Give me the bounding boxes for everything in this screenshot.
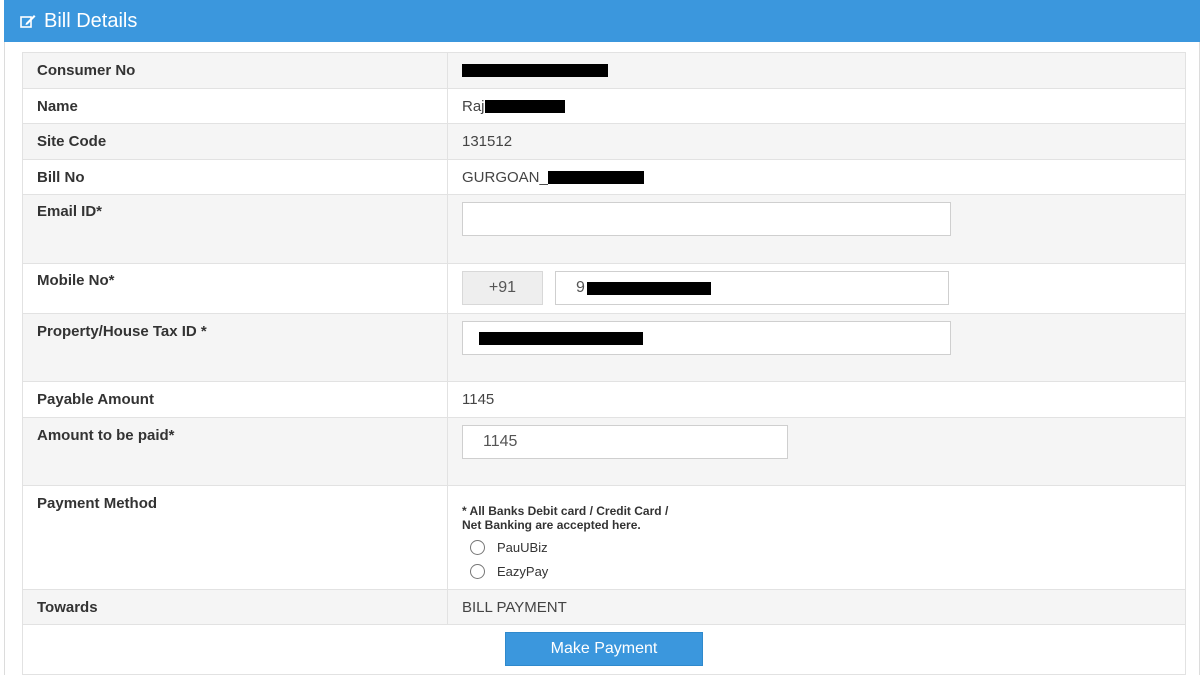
email-field[interactable]	[462, 202, 951, 236]
mobile-field[interactable]: 9	[555, 271, 949, 305]
radio-button[interactable]	[470, 539, 485, 555]
consumer-no-label: Consumer No	[37, 62, 136, 79]
row-towards: Towards BILL PAYMENT	[22, 589, 1186, 625]
radio-button[interactable]	[470, 563, 485, 579]
row-site-code: Site Code 131512	[22, 123, 1186, 160]
towards-value: BILL PAYMENT	[462, 598, 567, 616]
redaction-bar	[547, 170, 644, 184]
row-email: Email ID*	[22, 194, 1186, 264]
edit-icon	[20, 15, 36, 28]
amount-to-pay-field[interactable]: 1145	[462, 425, 788, 459]
towards-label: Towards	[37, 598, 98, 616]
payable-amount-value: 1145	[462, 391, 495, 408]
site-code-label: Site Code	[37, 133, 107, 150]
panel-heading: Bill Details	[4, 0, 1200, 42]
country-code-prefix: +91	[462, 271, 543, 305]
row-submit: Make Payment	[22, 624, 1186, 675]
redaction-bar	[586, 281, 711, 295]
payable-amount-label: Payable Amount	[37, 391, 154, 408]
redaction-bar	[484, 99, 565, 113]
payment-method-label: Payment Method	[22, 485, 448, 590]
payment-option-label: EazyPay	[497, 563, 549, 579]
bill-details-table: Consumer No Name Raj Site Code 131512 Bi…	[22, 52, 1186, 675]
property-tax-field[interactable]	[462, 321, 951, 355]
payment-option-label: PauUBiz	[497, 539, 548, 555]
mobile-label: Mobile No*	[22, 263, 448, 314]
name-value: Raj	[462, 97, 485, 115]
make-payment-button[interactable]: Make Payment	[505, 632, 703, 666]
bill-no-label: Bill No	[37, 168, 85, 186]
row-consumer-no: Consumer No	[22, 52, 1186, 89]
redaction-bar	[479, 331, 643, 345]
email-label: Email ID*	[22, 194, 448, 264]
mobile-value: 9	[576, 279, 585, 296]
row-property-tax: Property/House Tax ID *	[22, 313, 1186, 382]
name-label: Name	[37, 97, 78, 115]
redaction-bar	[462, 64, 608, 77]
panel-title: Bill Details	[44, 9, 138, 32]
amount-to-pay-label: Amount to be paid*	[22, 417, 448, 486]
site-code-value: 131512	[462, 133, 513, 150]
row-bill-no: Bill No GURGOAN_	[22, 159, 1186, 195]
payment-note-line2: Net Banking are accepted here.	[462, 518, 641, 532]
property-tax-label: Property/House Tax ID *	[22, 313, 448, 382]
row-mobile: Mobile No* +91 9	[22, 263, 1186, 314]
bill-no-value: GURGOAN_	[462, 168, 548, 186]
row-payable-amount: Payable Amount 1145	[22, 381, 1186, 418]
payment-option-eazypay[interactable]: EazyPay	[462, 559, 1171, 583]
row-name: Name Raj	[22, 88, 1186, 124]
row-amount-to-pay: Amount to be paid* 1145	[22, 417, 1186, 486]
payment-option-payubiz[interactable]: PauUBiz	[462, 535, 1171, 559]
payment-note-line1: * All Banks Debit card / Credit Card /	[462, 504, 669, 518]
row-payment-method: Payment Method * All Banks Debit card / …	[22, 485, 1186, 590]
